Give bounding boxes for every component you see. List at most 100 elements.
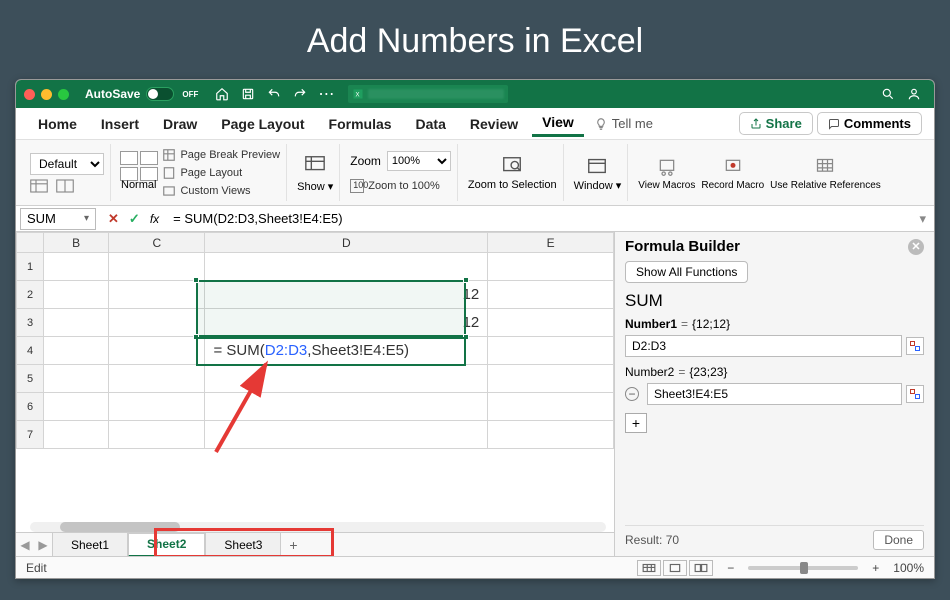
select-all-cell[interactable]	[17, 233, 44, 253]
page-break-preview-button[interactable]: Page Break Preview	[162, 146, 280, 164]
expand-formula-bar-icon[interactable]: ▾	[911, 211, 934, 227]
close-window-icon[interactable]	[24, 89, 35, 100]
cell[interactable]	[488, 365, 614, 393]
tab-home[interactable]: Home	[28, 112, 87, 136]
add-sheet-button[interactable]: +	[281, 537, 305, 553]
page-layout-button[interactable]: Page Layout	[162, 164, 280, 182]
normal-view-button[interactable]: Normal	[121, 154, 156, 191]
cell[interactable]	[44, 253, 109, 281]
fx-icon[interactable]: fx	[150, 212, 159, 226]
tab-view[interactable]: View	[532, 110, 584, 137]
row-header[interactable]: 5	[17, 365, 44, 393]
horizontal-scrollbar[interactable]	[30, 522, 606, 532]
share-button[interactable]: Share	[739, 112, 813, 135]
selection-handle-icon[interactable]	[463, 334, 469, 340]
zoom-100-button[interactable]: 100Zoom to 100%	[350, 177, 451, 195]
cell[interactable]	[488, 393, 614, 421]
sheet-tab-sheet2[interactable]: Sheet2	[128, 533, 205, 557]
tab-data[interactable]: Data	[406, 112, 456, 136]
document-name[interactable]: X	[348, 85, 508, 103]
cell[interactable]	[488, 253, 614, 281]
tab-review[interactable]: Review	[460, 112, 528, 136]
arg1-input[interactable]	[625, 335, 902, 357]
style-select[interactable]: Default	[30, 153, 104, 175]
toggle-switch-icon[interactable]	[146, 87, 174, 101]
chevron-down-icon[interactable]: ▾	[84, 213, 89, 224]
window-dropdown[interactable]: Window ▾	[574, 154, 622, 192]
cell[interactable]	[44, 393, 109, 421]
cell[interactable]	[109, 337, 205, 365]
name-box[interactable]: SUM ▾	[20, 208, 96, 230]
show-dropdown[interactable]: Show ▾	[297, 153, 333, 193]
arg2-input[interactable]	[647, 383, 902, 405]
zoom-in-button[interactable]: +	[872, 561, 879, 575]
record-macro-button[interactable]: Record Macro	[701, 155, 764, 191]
tab-formulas[interactable]: Formulas	[319, 112, 402, 136]
row-header[interactable]: 7	[17, 421, 44, 449]
next-sheet-button[interactable]: ▶	[34, 538, 52, 552]
close-panel-button[interactable]: ✕	[908, 239, 924, 255]
custom-views-button[interactable]: Custom Views	[162, 182, 280, 200]
use-relative-refs-button[interactable]: Use Relative References	[770, 155, 881, 191]
row-header[interactable]: 2	[17, 281, 44, 309]
tab-insert[interactable]: Insert	[91, 112, 149, 136]
range-picker-button[interactable]	[906, 337, 924, 355]
autosave-toggle[interactable]: AutoSave OFF	[85, 87, 198, 101]
row-header[interactable]: 3	[17, 309, 44, 337]
remove-arg-button[interactable]: −	[625, 387, 639, 401]
formula-input[interactable]: = SUM(D2:D3,Sheet3!E4:E5)	[167, 211, 911, 226]
normal-view-icon[interactable]	[637, 560, 661, 576]
comments-button[interactable]: Comments	[817, 112, 922, 135]
cell[interactable]	[488, 337, 614, 365]
selection-handle-icon[interactable]	[463, 277, 469, 283]
add-arg-button[interactable]: +	[625, 413, 647, 433]
done-button[interactable]: Done	[873, 530, 924, 550]
more-icon[interactable]: ⋯	[318, 86, 334, 102]
zoom-percent[interactable]: 100%	[893, 561, 924, 575]
cell[interactable]	[109, 365, 205, 393]
cell[interactable]	[109, 421, 205, 449]
zoom-out-button[interactable]: −	[727, 561, 734, 575]
home-icon[interactable]	[214, 86, 230, 102]
page-break-view-icon[interactable]	[689, 560, 713, 576]
cell[interactable]	[109, 309, 205, 337]
cell[interactable]	[205, 253, 488, 281]
col-header-b[interactable]: B	[44, 233, 109, 253]
cell[interactable]	[44, 421, 109, 449]
cell[interactable]	[488, 281, 614, 309]
redo-icon[interactable]	[292, 86, 308, 102]
selection-handle-icon[interactable]	[193, 277, 199, 283]
cell[interactable]	[205, 365, 488, 393]
page-layout-view-icon[interactable]	[663, 560, 687, 576]
selection-handle-icon[interactable]	[193, 334, 199, 340]
freeze-panes-icon[interactable]	[30, 179, 48, 193]
save-icon[interactable]	[240, 86, 256, 102]
cell[interactable]	[488, 421, 614, 449]
cell[interactable]	[44, 337, 109, 365]
cell[interactable]	[205, 421, 488, 449]
prev-sheet-button[interactable]: ◀	[16, 538, 34, 552]
account-icon[interactable]	[906, 86, 922, 102]
spreadsheet-grid[interactable]: B C D E 1 212 312 4= SUM(D2:D3,Sheet3!E4…	[16, 232, 614, 556]
cell[interactable]	[109, 281, 205, 309]
show-all-functions-button[interactable]: Show All Functions	[625, 261, 748, 283]
undo-icon[interactable]	[266, 86, 282, 102]
row-header[interactable]: 1	[17, 253, 44, 281]
range-picker-button[interactable]	[906, 385, 924, 403]
search-icon[interactable]	[880, 86, 896, 102]
zoom-slider[interactable]	[748, 566, 858, 570]
scrollbar-thumb[interactable]	[60, 522, 180, 532]
zoom-to-selection-button[interactable]: Zoom to Selection	[468, 154, 557, 191]
cell[interactable]	[44, 309, 109, 337]
view-macros-button[interactable]: View Macros	[638, 155, 695, 191]
cell-d4-editing[interactable]: = SUM(D2:D3,Sheet3!E4:E5)	[205, 337, 488, 365]
cell-d3[interactable]: 12	[205, 309, 488, 337]
col-header-c[interactable]: C	[109, 233, 205, 253]
sheet-tab-sheet1[interactable]: Sheet1	[52, 533, 128, 557]
row-header[interactable]: 6	[17, 393, 44, 421]
cell[interactable]	[205, 393, 488, 421]
sheet-tab-sheet3[interactable]: Sheet3	[205, 533, 281, 557]
col-header-d[interactable]: D	[205, 233, 488, 253]
cell[interactable]	[488, 309, 614, 337]
cell[interactable]	[109, 393, 205, 421]
